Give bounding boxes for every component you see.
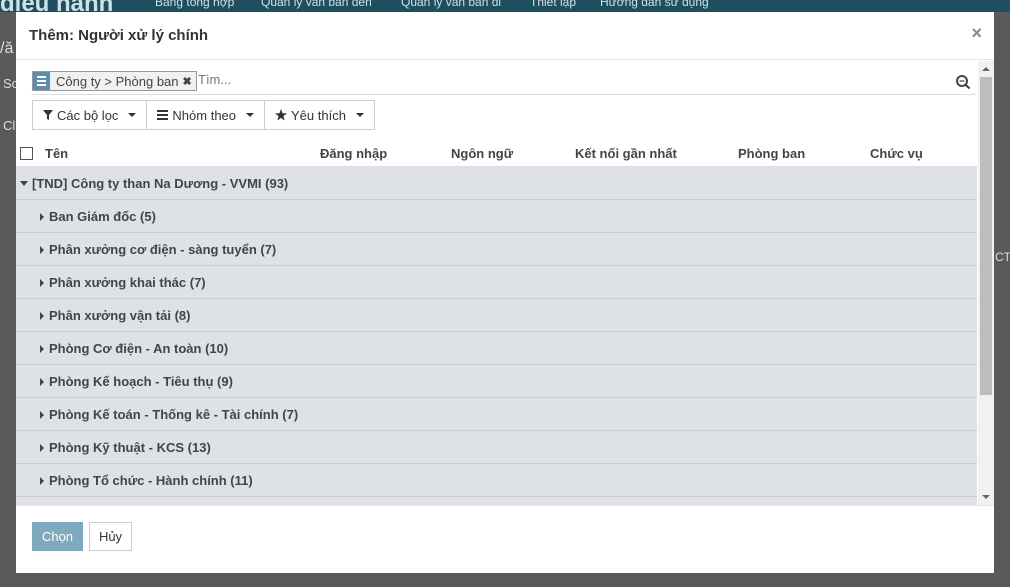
app-menu-item[interactable]: Bảng tổng hợp bbox=[155, 0, 234, 9]
favorites-button[interactable]: Yêu thích bbox=[264, 100, 375, 130]
caret-right-icon bbox=[40, 411, 44, 419]
list-icon bbox=[157, 110, 169, 120]
group-row[interactable]: Phân xưởng cơ điện - sàng tuyển (7) bbox=[16, 233, 977, 266]
scrollbar[interactable] bbox=[978, 61, 994, 505]
column-header-name[interactable]: Tên bbox=[45, 146, 68, 161]
group-label: Phân xưởng vận tải (8) bbox=[49, 308, 191, 323]
background-text: Cl bbox=[3, 118, 16, 133]
select-all-checkbox[interactable] bbox=[20, 147, 33, 160]
caret-down-icon bbox=[128, 113, 137, 117]
caret-right-icon bbox=[40, 279, 44, 287]
facet-value: Công ty > Phòng ban bbox=[56, 73, 179, 89]
column-header-last-connection[interactable]: Kết nối gần nhất bbox=[575, 146, 677, 161]
caret-right-icon bbox=[40, 477, 44, 485]
caret-right-icon bbox=[40, 345, 44, 353]
group-row[interactable]: Phòng Kỹ thuật - KCS (13) bbox=[16, 431, 977, 464]
groupby-button[interactable]: Nhóm theo bbox=[146, 100, 266, 130]
dialog-header: Thêm: Người xử lý chính × bbox=[16, 12, 994, 60]
group-label: Phòng Kỹ thuật - KCS (13) bbox=[49, 440, 211, 455]
filters-button[interactable]: Các bộ lọc bbox=[32, 100, 148, 130]
group-row[interactable]: Phân xưởng vận tải (8) bbox=[16, 299, 977, 332]
group-row[interactable]: Phòng Kế toán - Thống kê - Tài chính (7) bbox=[16, 398, 977, 431]
group-label: [TND] Công ty than Na Dương - VVMI (93) bbox=[32, 176, 289, 191]
app-menu-item[interactable]: Thiết lập bbox=[530, 0, 576, 9]
search-options: Các bộ lọc Nhóm theo Yêu thích bbox=[32, 100, 375, 130]
group-by-icon bbox=[33, 72, 50, 90]
app-brand: điều hành bbox=[0, 0, 113, 12]
column-header-department[interactable]: Phòng ban bbox=[738, 146, 805, 161]
dialog-footer: Chọn Hủy bbox=[16, 505, 994, 573]
app-menu-item[interactable]: Quản lý văn bản đi bbox=[401, 0, 501, 9]
group-label: Ban Giám đốc (5) bbox=[49, 209, 156, 224]
caret-right-icon bbox=[40, 312, 44, 320]
app-menu-item[interactable]: Hướng dẫn sử dụng bbox=[600, 0, 709, 9]
group-label: Phòng Cơ điện - An toàn (10) bbox=[49, 341, 229, 356]
group-row[interactable]: Ban Giám đốc (5) bbox=[16, 200, 977, 233]
group-label: Phân xưởng cơ điện - sàng tuyển (7) bbox=[49, 242, 277, 257]
group-row[interactable]: Phòng Tổ chức - Hành chính (11) bbox=[16, 464, 977, 497]
caret-down-icon bbox=[246, 113, 255, 117]
caret-right-icon bbox=[40, 444, 44, 452]
close-icon[interactable]: × bbox=[971, 23, 982, 44]
group-label: Phòng Tổ chức - Hành chính (11) bbox=[49, 473, 253, 488]
group-row[interactable]: Phòng Cơ điện - An toàn (10) bbox=[16, 332, 977, 365]
caret-right-icon bbox=[40, 213, 44, 221]
dialog-title: Thêm: Người xử lý chính bbox=[29, 27, 209, 44]
search-icon[interactable] bbox=[955, 74, 971, 90]
scrollbar-thumb[interactable] bbox=[980, 77, 992, 395]
filters-button-label: Các bộ lọc bbox=[57, 107, 119, 123]
column-header-login[interactable]: Đăng nhập bbox=[320, 146, 387, 161]
groupby-button-label: Nhóm theo bbox=[172, 107, 237, 123]
caret-down-icon bbox=[355, 113, 364, 117]
app-topbar: điều hành Bảng tổng hợp Quản lý văn bản … bbox=[0, 0, 1010, 12]
group-row[interactable]: Phân xưởng khai thác (7) bbox=[16, 266, 977, 299]
caret-down-icon bbox=[20, 181, 28, 186]
star-icon bbox=[275, 109, 288, 121]
group-label: Phòng Kế hoạch - Tiêu thụ (9) bbox=[49, 374, 233, 389]
search-facet[interactable]: Công ty > Phòng ban ✖ bbox=[32, 71, 197, 91]
filter-icon bbox=[43, 110, 53, 120]
dialog-body: Công ty > Phòng ban ✖ Các bộ lọc Nhóm th… bbox=[16, 61, 994, 505]
caret-right-icon bbox=[40, 378, 44, 386]
group-label: Phân xưởng khai thác (7) bbox=[49, 275, 206, 290]
favorites-button-label: Yêu thích bbox=[291, 107, 346, 123]
dialog: Thêm: Người xử lý chính × Công ty > Phòn… bbox=[16, 12, 994, 573]
search-input[interactable] bbox=[198, 72, 898, 87]
list-view: Tên Đăng nhập Ngôn ngữ Kết nối gần nhất … bbox=[16, 139, 977, 505]
column-header-language[interactable]: Ngôn ngữ bbox=[451, 146, 513, 161]
group-row-partial[interactable] bbox=[16, 497, 977, 505]
group-row-company[interactable]: [TND] Công ty than Na Dương - VVMI (93) bbox=[16, 167, 977, 200]
select-button[interactable]: Chọn bbox=[32, 522, 83, 551]
column-header-job-position[interactable]: Chức vụ bbox=[870, 146, 923, 161]
facet-remove-icon[interactable]: ✖ bbox=[183, 75, 196, 88]
scroll-up-icon[interactable] bbox=[982, 67, 990, 71]
background-text: /ă bbox=[0, 40, 14, 57]
search-bar: Công ty > Phòng ban ✖ bbox=[31, 69, 977, 95]
caret-right-icon bbox=[40, 246, 44, 254]
scroll-down-icon[interactable] bbox=[982, 495, 990, 499]
group-row[interactable]: Phòng Kế hoạch - Tiêu thụ (9) bbox=[16, 365, 977, 398]
app-menu-item[interactable]: Quản lý văn bản đến bbox=[261, 0, 372, 9]
group-label: Phòng Kế toán - Thống kê - Tài chính (7) bbox=[49, 407, 299, 422]
list-header: Tên Đăng nhập Ngôn ngữ Kết nối gần nhất … bbox=[16, 139, 977, 167]
background-text: CT bbox=[995, 250, 1010, 264]
cancel-button[interactable]: Hủy bbox=[89, 522, 132, 551]
